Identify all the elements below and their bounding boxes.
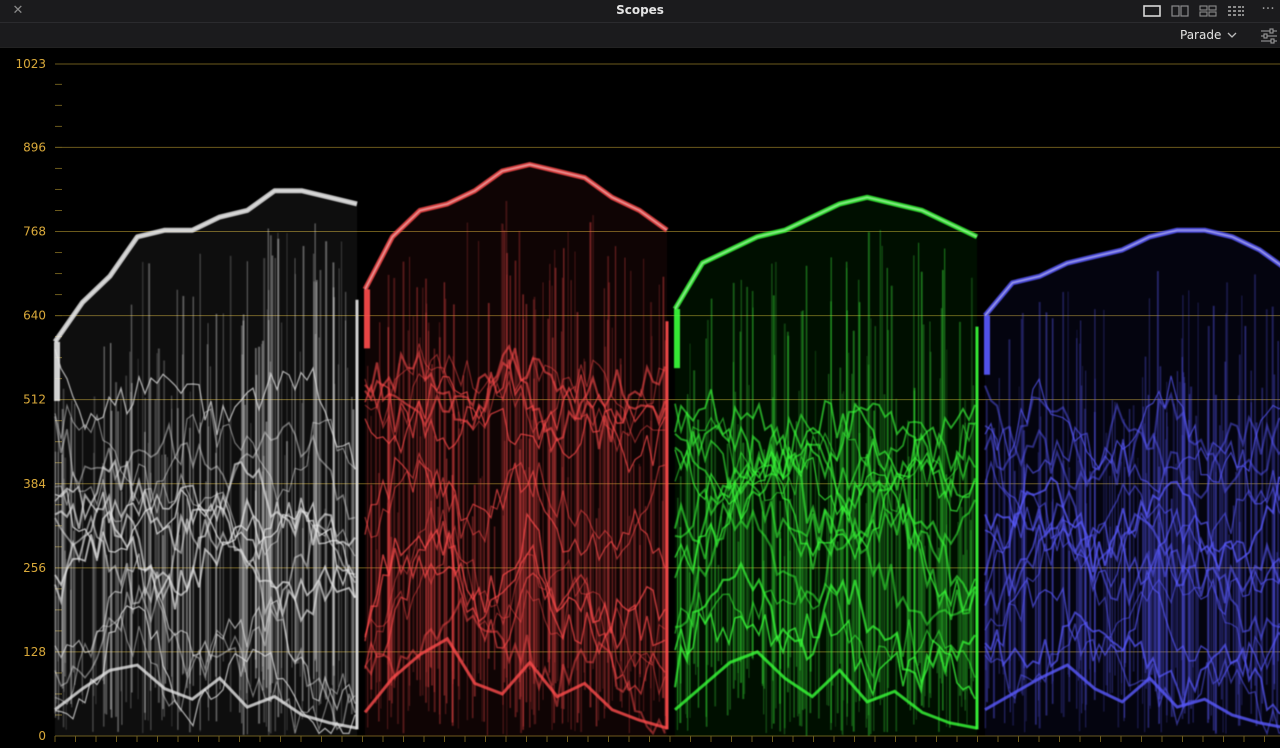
scope-mode-dropdown[interactable]: Parade	[1180, 26, 1237, 44]
scope-channels	[52, 162, 1280, 737]
y-tick-label: 128	[23, 645, 46, 659]
y-tick-label: 768	[23, 225, 46, 239]
layout-quad-button[interactable]	[1194, 1, 1222, 21]
layout-grid-button[interactable]	[1222, 1, 1250, 21]
scope-tick-labels: 1023 896 768 640 512 384 256 128 0	[15, 57, 46, 743]
layout-single-button[interactable]	[1138, 1, 1166, 21]
grid-view-icon	[1228, 6, 1244, 16]
scope-settings-button[interactable]	[1259, 25, 1279, 45]
y-tick-label: 1023	[15, 57, 46, 71]
close-button[interactable]: ✕	[10, 3, 26, 19]
y-tick-label: 0	[38, 729, 46, 743]
channel-green	[672, 194, 979, 736]
layout-dual-button[interactable]	[1166, 1, 1194, 21]
channel-blue	[983, 227, 1280, 736]
scope-mode-label: Parade	[1180, 28, 1222, 42]
y-tick-label: 640	[23, 309, 46, 323]
quad-view-icon	[1199, 5, 1217, 17]
y-tick-label: 512	[23, 393, 46, 407]
sliders-icon	[1261, 28, 1277, 44]
window-title: Scopes	[616, 3, 664, 17]
chevron-down-icon	[1227, 32, 1237, 38]
y-tick-label: 384	[23, 477, 46, 491]
scope-toolbar: Parade	[0, 23, 1280, 48]
more-options-button[interactable]: ···	[1257, 0, 1279, 20]
more-icon: ···	[1261, 1, 1275, 17]
dual-view-icon	[1171, 5, 1189, 17]
channel-luma	[52, 188, 359, 737]
y-tick-label: 896	[23, 140, 46, 154]
title-bar: ✕ Scopes ···	[0, 0, 1280, 23]
close-icon: ✕	[12, 3, 24, 18]
channel-red	[362, 162, 669, 736]
y-tick-label: 256	[23, 561, 46, 575]
parade-scope: 1023 896 768 640 512 384 256 128 0	[15, 57, 1280, 743]
single-view-icon	[1143, 5, 1161, 17]
